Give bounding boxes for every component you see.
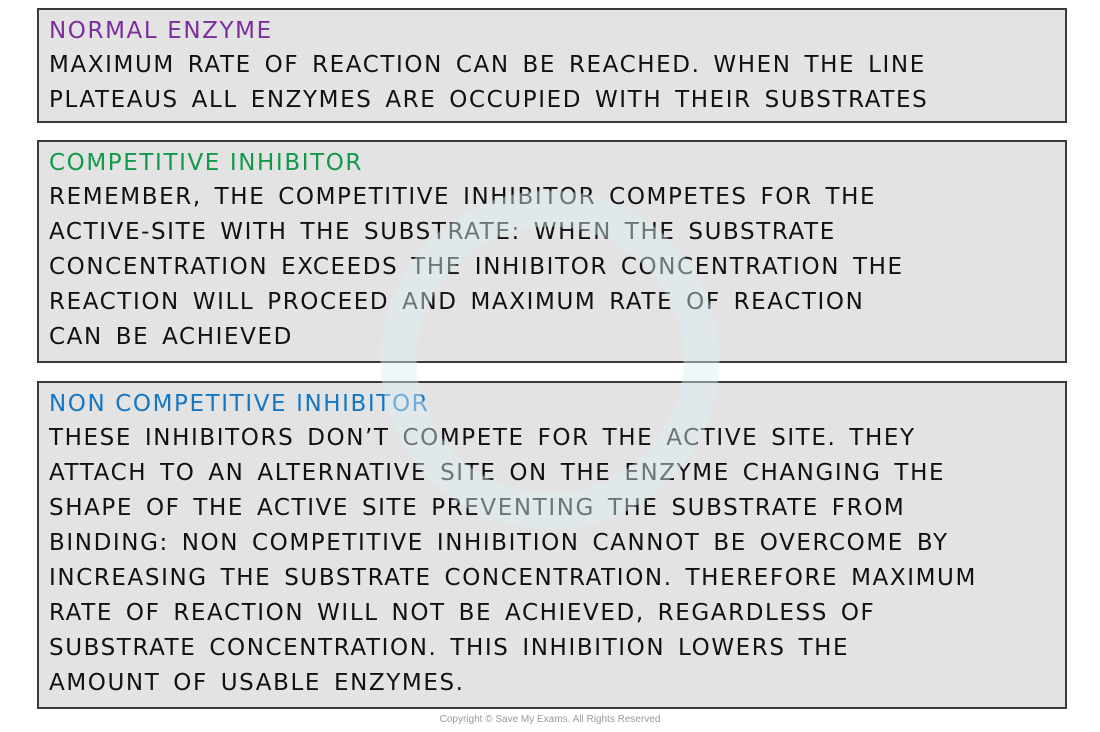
section-title: NORMAL ENZYME	[49, 18, 273, 44]
section-line: THESE INHIBITORS DON’T COMPETE FOR THE A…	[49, 425, 916, 451]
section-title: COMPETITIVE INHIBITOR	[49, 150, 364, 176]
section-line: REACTION WILL PROCEED AND MAXIMUM RATE O…	[49, 289, 865, 315]
section-title: NON COMPETITIVE INHIBITOR	[49, 391, 430, 417]
section-line: INCREASING THE SUBSTRATE CONCENTRATION. …	[49, 565, 977, 591]
section-line: SHAPE OF THE ACTIVE SITE PREVENTING THE …	[49, 495, 906, 521]
section-line: CONCENTRATION EXCEEDS THE INHIBITOR CONC…	[49, 254, 904, 280]
copyright-notice: Copyright © Save My Exams. All Rights Re…	[439, 714, 661, 725]
section-line: CAN BE ACHIEVED	[49, 324, 293, 350]
non-competitive-inhibitor-box: NON COMPETITIVE INHIBITOR THESE INHIBITO…	[37, 381, 1067, 709]
section-line: REMEMBER, THE COMPETITIVE INHIBITOR COMP…	[49, 184, 877, 210]
section-line: MAXIMUM RATE OF REACTION CAN BE REACHED.…	[49, 52, 926, 78]
section-line: PLATEAUS ALL ENZYMES ARE OCCUPIED WITH T…	[49, 87, 929, 113]
section-line: AMOUNT OF USABLE ENZYMES.	[49, 670, 465, 696]
section-line: ATTACH TO AN ALTERNATIVE SITE ON THE ENZ…	[49, 460, 946, 486]
section-line: SUBSTRATE CONCENTRATION. THIS INHIBITION…	[49, 635, 850, 661]
section-line: BINDING: NON COMPETITIVE INHIBITION CANN…	[49, 530, 949, 556]
section-line: RATE OF REACTION WILL NOT BE ACHIEVED, R…	[49, 600, 876, 626]
section-line: ACTIVE-SITE WITH THE SUBSTRATE: WHEN THE…	[49, 219, 836, 245]
competitive-inhibitor-box: COMPETITIVE INHIBITOR REMEMBER, THE COMP…	[37, 140, 1067, 363]
normal-enzyme-box: NORMAL ENZYME MAXIMUM RATE OF REACTION C…	[37, 8, 1067, 123]
